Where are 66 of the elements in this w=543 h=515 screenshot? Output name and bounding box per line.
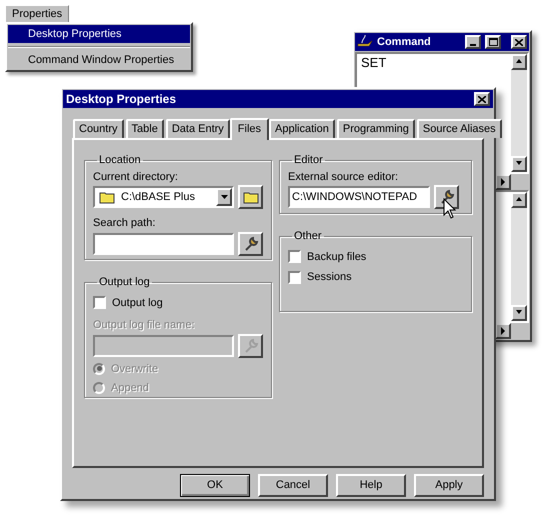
field-label: Current directory: bbox=[93, 170, 179, 184]
wrench-icon bbox=[242, 338, 258, 354]
tab[interactable]: Application bbox=[269, 119, 335, 138]
checkbox-label: Backup files bbox=[307, 250, 366, 264]
dialog-button[interactable]: Help bbox=[336, 474, 406, 497]
close-icon bbox=[515, 38, 523, 46]
editor-browse-button[interactable] bbox=[434, 185, 459, 209]
radio-label: Overwrite bbox=[111, 362, 158, 376]
scroll-arrow-button[interactable] bbox=[511, 54, 527, 70]
browse-folder-button[interactable] bbox=[238, 185, 263, 209]
menu-item[interactable]: Command Window Properties bbox=[8, 51, 190, 69]
tab[interactable]: Programming bbox=[336, 119, 415, 138]
wrench-icon bbox=[438, 189, 454, 205]
field-label: Search path: bbox=[93, 216, 156, 231]
radio-label: Append bbox=[111, 381, 149, 396]
menu-bar-item[interactable]: Properties bbox=[5, 5, 70, 22]
dialog-button[interactable]: Cancel bbox=[258, 474, 328, 497]
group-title: Other bbox=[293, 229, 323, 244]
dialog-button[interactable]: Apply bbox=[414, 474, 484, 497]
group-title: Output log bbox=[98, 275, 151, 290]
scroll-arrow-button[interactable] bbox=[495, 323, 511, 339]
minimize-button[interactable] bbox=[465, 35, 481, 49]
menu-item[interactable]: Desktop Properties bbox=[8, 25, 190, 43]
editor-path-field[interactable]: C:\WINDOWS\NOTEPAD bbox=[288, 186, 430, 208]
maximize-button[interactable] bbox=[485, 35, 501, 49]
checkbox-label: Output log bbox=[112, 296, 163, 310]
dialog-button[interactable]: OK bbox=[180, 474, 250, 497]
scroll-arrow-button[interactable] bbox=[511, 192, 527, 208]
scroll-right-icon bbox=[499, 178, 507, 186]
tab[interactable]: Data Entry bbox=[166, 119, 230, 138]
scroll-up-icon bbox=[515, 196, 523, 204]
mouse-pointer-icon bbox=[443, 198, 457, 220]
directory-value: C:\dBASE Plus bbox=[121, 190, 196, 205]
window-title: Command bbox=[377, 34, 432, 50]
group-title: Location bbox=[98, 153, 142, 168]
close-icon bbox=[478, 96, 486, 102]
scroll-arrow-button[interactable] bbox=[495, 174, 511, 190]
maximize-icon bbox=[488, 38, 498, 46]
scroll-arrow-button[interactable] bbox=[511, 156, 527, 172]
directory-dropdown[interactable]: C:\dBASE Plus bbox=[93, 186, 234, 208]
tab[interactable]: Source Aliases bbox=[416, 119, 502, 138]
wrench-icon bbox=[242, 236, 258, 252]
search-path-button[interactable] bbox=[238, 232, 263, 256]
scroll-up-icon bbox=[515, 58, 523, 66]
search-path-field[interactable] bbox=[93, 232, 234, 254]
tab[interactable]: Table bbox=[126, 119, 164, 138]
checkbox[interactable] bbox=[93, 296, 106, 310]
window-title: Desktop Properties bbox=[66, 91, 178, 108]
folder-icon bbox=[99, 190, 115, 204]
dropdown-arrow-icon bbox=[220, 195, 228, 199]
tab[interactable]: Files bbox=[230, 118, 270, 140]
checkbox-label: Sessions bbox=[307, 270, 352, 285]
field-label: External source editor: bbox=[288, 170, 400, 184]
scroll-arrow-button[interactable] bbox=[511, 305, 527, 321]
lamp-icon bbox=[357, 35, 373, 49]
command-text: SET bbox=[361, 55, 386, 70]
checkbox[interactable] bbox=[288, 270, 301, 284]
checkbox[interactable] bbox=[288, 250, 301, 264]
close-button[interactable] bbox=[511, 35, 527, 49]
scroll-right-icon bbox=[499, 327, 507, 335]
log-file-button[interactable] bbox=[238, 334, 263, 358]
close-button[interactable] bbox=[474, 92, 490, 106]
folder-icon bbox=[242, 190, 258, 204]
field-label: Output log file name: bbox=[93, 318, 196, 333]
group-title: Editor bbox=[293, 153, 324, 168]
tab[interactable]: Country bbox=[73, 119, 124, 138]
